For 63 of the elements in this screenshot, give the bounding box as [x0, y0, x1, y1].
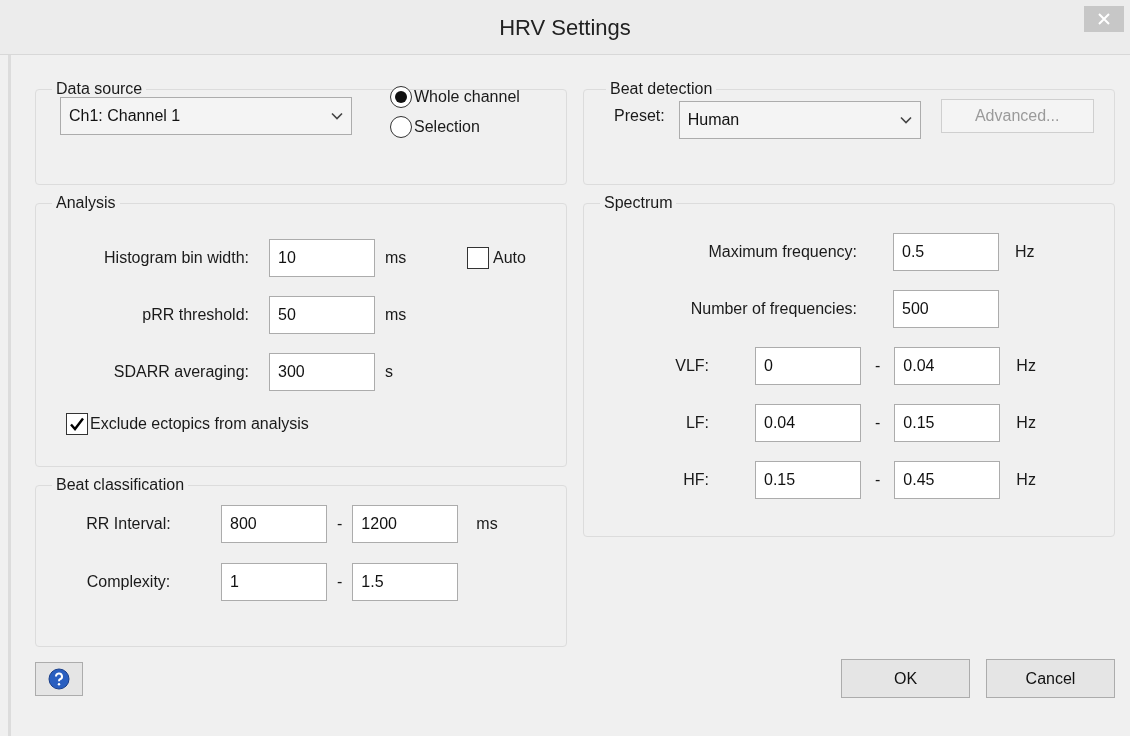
radio-label: Selection [414, 117, 480, 137]
group-title: Analysis [56, 194, 116, 211]
checkbox-label: Exclude ectopics from analysis [90, 414, 309, 434]
help-icon [48, 667, 70, 690]
radio-button[interactable] [390, 116, 412, 138]
input-field[interactable]: 50 [269, 296, 375, 334]
range-separator: - [337, 514, 343, 534]
input-field[interactable]: 0.04 [894, 347, 1001, 385]
unit-label: ms [385, 248, 408, 268]
field-label: Maximum frequency: [708, 242, 857, 262]
unit-label: Hz [1016, 470, 1036, 490]
preset-dropdown[interactable]: Human [678, 101, 921, 139]
unit-label: ms [385, 305, 408, 325]
group-title: Spectrum [604, 194, 673, 211]
checkbox[interactable] [66, 413, 88, 435]
channel-dropdown[interactable]: Ch1: Channel 1 [60, 97, 352, 135]
window-title: HRV Settings [499, 13, 631, 42]
input-field[interactable]: 500 [893, 290, 999, 328]
checkmark-icon [69, 416, 85, 432]
caret-icon [331, 112, 343, 120]
checkbox-label: Auto [493, 248, 526, 268]
input-field[interactable]: 0.45 [894, 461, 1001, 499]
input-field[interactable]: 800 [221, 505, 327, 543]
field-label: Histogram bin width: [104, 248, 249, 268]
radio-button[interactable] [390, 86, 412, 108]
unit-label: s [385, 362, 394, 382]
group-title: Beat classification [56, 476, 185, 493]
radio-label: Whole channel [414, 87, 520, 107]
field-label: Complexity: [86, 572, 171, 592]
field-label: RR Interval: [86, 514, 171, 534]
input-field[interactable]: 1200 [352, 505, 459, 543]
unit-label: Hz [1016, 413, 1036, 433]
unit-label: Hz [1015, 242, 1035, 262]
range-separator: - [337, 572, 343, 592]
range-separator: - [875, 413, 881, 433]
unit-label: Hz [1016, 356, 1036, 376]
range-separator: - [875, 470, 881, 490]
input-field[interactable]: 0.15 [755, 461, 861, 499]
field-label: HF: [683, 470, 709, 490]
input-field[interactable]: 1 [221, 563, 327, 601]
input-field[interactable]: 0 [755, 347, 861, 385]
field-label: pRR threshold: [142, 305, 249, 325]
group-title: Beat detection [610, 80, 713, 97]
cancel-button[interactable]: Cancel [986, 659, 1115, 698]
unit-label: ms [476, 514, 498, 534]
field-label: SDARR averaging: [113, 362, 249, 382]
caret-icon [899, 116, 912, 124]
field-label: VLF: [675, 356, 709, 376]
range-separator: - [875, 356, 881, 376]
input-field[interactable]: 0.15 [894, 404, 1001, 442]
group-title: Data source [56, 80, 143, 97]
ok-button[interactable]: OK [841, 659, 970, 698]
field-label: Preset: [614, 106, 665, 126]
help-button[interactable] [35, 661, 83, 696]
input-field[interactable]: 1.5 [352, 563, 459, 601]
input-field[interactable]: 0.04 [755, 404, 861, 442]
field-label: LF: [685, 413, 709, 433]
input-field[interactable]: 0.5 [893, 233, 999, 271]
close-icon [1098, 13, 1110, 25]
field-label: Number of frequencies: [690, 299, 857, 319]
input-field[interactable]: 300 [269, 353, 375, 391]
checkbox[interactable] [467, 247, 489, 269]
input-field[interactable]: 10 [269, 239, 375, 277]
